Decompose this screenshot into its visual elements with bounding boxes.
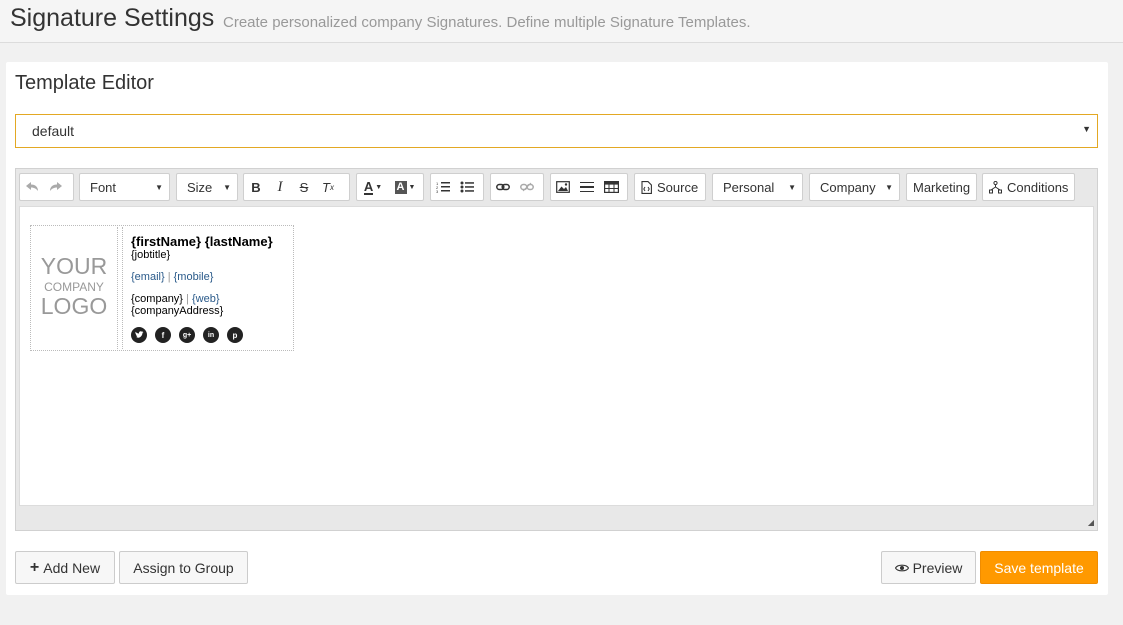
web-placeholder: {web}	[191, 293, 220, 305]
source-icon	[641, 180, 652, 194]
table-icon[interactable]	[599, 174, 623, 200]
separator: |	[167, 271, 171, 283]
company-line: {company} | {web}	[131, 293, 295, 305]
save-template-button[interactable]: Save template	[980, 551, 1098, 584]
signature-name: {firstName} {lastName}	[131, 234, 295, 249]
font-combo-label: Font	[90, 179, 117, 195]
image-icon[interactable]	[551, 174, 575, 200]
editor-toolbar: Font ▼ Size ▼ B I S Tx A ▼ A ▼ 1 2 3 Sou…	[16, 169, 1097, 206]
signature-info: {firstName} {lastName} {jobtitle} {email…	[131, 234, 295, 343]
template-select-value: default	[32, 123, 75, 139]
company-address-placeholder: {companyAddress}	[131, 305, 224, 317]
personal-combo-label: Personal	[723, 179, 775, 195]
panel-title: Template Editor	[15, 72, 154, 94]
template-select[interactable]: default ▼	[15, 114, 1098, 148]
signature-divider	[122, 227, 123, 349]
signature-template: YOUR COMPANY LOGO {firstName} {lastName}…	[30, 225, 294, 351]
text-color-icon[interactable]: A ▼	[357, 174, 389, 200]
chevron-down-icon: ▼	[885, 182, 893, 192]
undo-icon[interactable]	[20, 174, 44, 200]
conditions-icon	[989, 180, 1002, 193]
save-template-label: Save template	[994, 559, 1084, 576]
source-label: Source	[657, 179, 699, 195]
list-group: 123	[430, 173, 484, 201]
company-placeholder: {company}	[131, 293, 183, 305]
insert-group	[550, 173, 628, 201]
company-combo-label: Company	[820, 179, 876, 195]
bold-icon[interactable]: B	[244, 174, 268, 200]
font-combo[interactable]: Font ▼	[79, 173, 170, 201]
undo-redo-group	[19, 173, 74, 201]
conditions-label: Conditions	[1007, 179, 1069, 195]
bulleted-list-icon[interactable]	[455, 174, 479, 200]
pinterest-icon: p	[227, 327, 243, 343]
page-subtitle: Create personalized company Signatures. …	[223, 14, 751, 31]
logo-line-3: LOGO	[40, 293, 108, 319]
chevron-down-icon: ▼	[788, 182, 796, 192]
chevron-down-icon: ▼	[155, 182, 163, 192]
resize-handle-icon[interactable]: ◢	[1088, 518, 1094, 527]
email-placeholder: {email}	[131, 271, 165, 283]
chevron-down-icon: ▼	[223, 182, 231, 192]
contact-line: {email} | {mobile}	[131, 271, 295, 283]
page-title: Signature Settings	[10, 4, 215, 32]
linkedin-icon: in	[203, 327, 219, 343]
page-header: Signature Settings Create personalized c…	[0, 0, 1123, 43]
numbered-list-icon[interactable]: 123	[431, 174, 455, 200]
format-group: B I S Tx	[243, 173, 350, 201]
logo-line-2: COMPANY	[44, 280, 104, 294]
conditions-button[interactable]: Conditions	[982, 173, 1075, 201]
remove-format-icon[interactable]: Tx	[316, 174, 340, 200]
add-new-button[interactable]: + Add New	[15, 551, 115, 584]
mobile-placeholder: {mobile}	[173, 271, 214, 283]
preview-label: Preview	[912, 559, 963, 576]
assign-to-group-label: Assign to Group	[133, 559, 234, 576]
assign-to-group-button[interactable]: Assign to Group	[119, 551, 248, 584]
google-plus-icon: g+	[179, 327, 195, 343]
italic-icon[interactable]: I	[268, 174, 292, 200]
rich-text-editor: Font ▼ Size ▼ B I S Tx A ▼ A ▼ 1 2 3 Sou…	[15, 168, 1098, 531]
company-combo[interactable]: Company ▼	[809, 173, 900, 201]
preview-button[interactable]: Preview	[881, 551, 976, 584]
link-icon[interactable]	[491, 174, 515, 200]
jobtitle-placeholder: {jobtitle}	[131, 249, 171, 261]
source-button[interactable]: Source	[634, 173, 706, 201]
last-name-placeholder: {lastName}	[204, 234, 273, 249]
unlink-icon[interactable]	[515, 174, 539, 200]
color-group: A ▼ A ▼	[356, 173, 424, 201]
horizontal-line-icon[interactable]	[575, 174, 599, 200]
background-color-icon[interactable]: A ▼	[389, 174, 421, 200]
facebook-icon: f	[155, 327, 171, 343]
size-combo-label: Size	[187, 179, 213, 195]
link-group	[490, 173, 544, 201]
eye-icon	[894, 564, 909, 571]
size-combo[interactable]: Size ▼	[176, 173, 238, 201]
first-name-placeholder: {firstName}	[131, 234, 202, 249]
company-logo-placeholder: YOUR COMPANY LOGO	[32, 227, 118, 349]
separator: |	[186, 293, 189, 305]
personal-combo[interactable]: Personal ▼	[712, 173, 803, 201]
svg-text:3: 3	[436, 189, 439, 193]
twitter-icon	[131, 327, 147, 343]
chevron-down-icon: ▼	[1082, 124, 1091, 134]
social-icons: f g+ in p	[131, 327, 295, 343]
redo-icon[interactable]	[44, 174, 68, 200]
add-new-label: Add New	[43, 559, 101, 576]
marketing-button[interactable]: Marketing	[906, 173, 977, 201]
marketing-label: Marketing	[913, 179, 971, 195]
plus-icon: +	[29, 558, 40, 576]
template-editor-panel: Template Editor default ▼ Font ▼ Size ▼ …	[6, 62, 1108, 595]
strikethrough-icon[interactable]: S	[292, 174, 316, 200]
editor-content[interactable]: YOUR COMPANY LOGO {firstName} {lastName}…	[19, 206, 1094, 506]
logo-line-1: YOUR	[40, 253, 108, 279]
